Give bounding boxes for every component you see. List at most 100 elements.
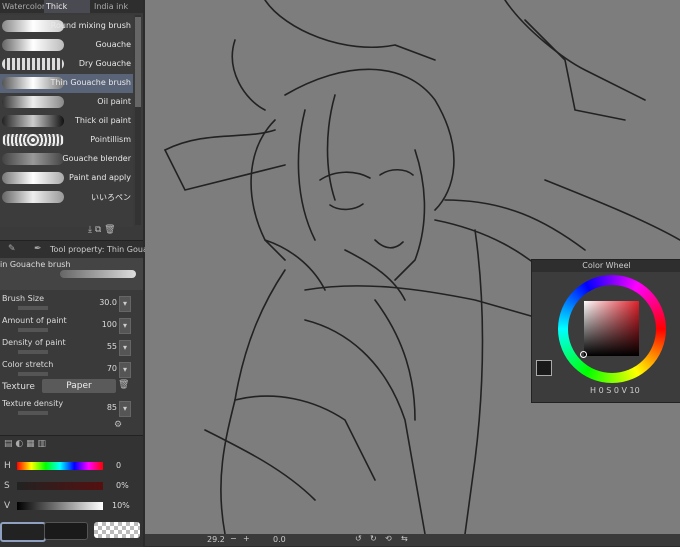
settings-icon[interactable]: ⚙ [114,420,122,430]
download-icon[interactable]: ⤓ [88,225,92,235]
v-label: V [621,386,627,395]
zoom-in-icon[interactable]: + [243,534,250,543]
brush-stroke-preview [2,58,64,70]
reset-rotation-icon[interactable]: ⟲ [385,534,392,543]
tool-property-header: ✎ ✒ Tool property: Thin Gouache [0,240,162,259]
dropdown-icon[interactable]: ▾ [119,318,131,334]
main-color-swatch[interactable] [536,360,552,376]
brush-label: Gouache blender [62,154,131,163]
param-brush-size[interactable]: Brush Size 30.0 ▾ [0,294,135,316]
v-value[interactable]: 10% [112,501,130,510]
h-label: H [590,386,597,395]
saturation-slider[interactable] [17,482,103,490]
brush-name: in Gouache brush [0,260,71,269]
v-value[interactable]: 10 [630,386,640,395]
tab-label: Watercolor [2,2,44,11]
brush-item-thick-oil-paint[interactable]: Thick oil paint [0,112,133,131]
flip-icon[interactable]: ⇆ [401,534,408,543]
rotate-left-icon[interactable]: ↺ [355,534,362,543]
param-value[interactable]: 70 [107,364,117,373]
dropdown-icon[interactable]: ▾ [119,401,131,417]
trash-icon[interactable]: 🗑 [104,225,115,235]
param-texture-density[interactable]: Texture density 85 ▾ [0,399,135,421]
tab-label: India ink [94,2,129,11]
dropdown-icon[interactable]: ▾ [119,296,131,312]
brush-list: Round mixing brush Gouache Dry Gouache T… [0,15,133,227]
angle-value[interactable]: 0.0 [273,535,286,544]
zoom-value[interactable]: 29.2 [207,535,225,544]
duplicate-icon[interactable]: ⧉ [95,225,101,235]
brush-tabs: Watercolor Thick India ink [0,0,143,13]
brush-actions: ⤓ ⧉ 🗑 [88,225,116,235]
param-label: Brush Size [2,294,45,303]
param-slider[interactable] [18,372,48,376]
texture-paper-button[interactable]: Paper [42,379,116,393]
param-slider[interactable] [18,411,48,415]
v-label: V [4,501,11,511]
brush-item-dry-gouache[interactable]: Dry Gouache [0,55,133,74]
brush-stroke-preview [2,39,64,51]
param-slider[interactable] [18,350,48,354]
tab-thick[interactable]: Thick [44,0,90,13]
brush-stroke-preview [2,191,64,203]
brush-stroke-preview [2,96,64,108]
scrollbar-thumb[interactable] [135,17,141,107]
param-value[interactable]: 30.0 [99,298,117,307]
color-wheel-tab-icon[interactable]: ◐ [15,439,23,449]
dropdown-icon[interactable]: ▾ [119,340,131,356]
brush-label: Round mixing brush [50,21,131,30]
s-value[interactable]: 0% [116,481,129,490]
zoom-out-icon[interactable]: − [230,534,237,543]
saturation-value-square[interactable] [584,301,639,356]
dropdown-icon[interactable]: ▾ [119,362,131,378]
brush-item-gouache-blender[interactable]: Gouache blender [0,150,133,169]
main-color-swatch[interactable] [0,522,46,542]
h-value[interactable]: 0 [116,461,121,470]
param-slider[interactable] [18,328,48,332]
intermediate-color-icon[interactable]: ▥ [38,439,47,449]
tab-watercolor[interactable]: Watercolor [0,0,44,13]
brush-label: Paint and apply [69,173,131,182]
color-set-icon[interactable]: ▤ [4,439,13,449]
s-label: S [4,481,10,491]
brush-preview: in Gouache brush [0,258,143,290]
hue-slider[interactable] [17,462,103,470]
brush-label: Thick oil paint [74,116,131,125]
s-value[interactable]: 0 [614,386,619,395]
tab-india-ink[interactable]: India ink [92,0,144,13]
param-label: Density of paint [2,338,66,347]
brush-item-pointillism[interactable]: Pointillism [0,131,133,150]
transparent-color-swatch[interactable] [94,522,140,538]
param-value[interactable]: 85 [107,403,117,412]
param-value[interactable]: 55 [107,342,117,351]
brush-label: Pointillism [90,135,131,144]
s-label: S [606,386,612,395]
brush-item-paint-and-apply[interactable]: Paint and apply [0,169,133,188]
brush-label: Thin Gouache brush [50,78,131,87]
param-slider[interactable] [18,306,48,310]
brush-tool-icon: ✎ [8,244,16,254]
color-history-icon[interactable]: ▦ [26,439,35,449]
brush-item-gouache[interactable]: Gouache [0,36,133,55]
color-wheel-panel: Color Wheel H 0 S 0 V 10 [531,259,680,403]
param-amount-of-paint[interactable]: Amount of paint 100 ▾ [0,316,135,338]
brush-item-iiro-pen[interactable]: いいろペン [0,188,133,207]
trash-icon[interactable]: 🗑 [118,380,129,390]
sv-cursor[interactable] [580,351,587,358]
color-wheel-values: H 0 S 0 V 10 [590,386,640,395]
brush-stroke-preview [2,134,64,146]
brush-label: Oil paint [97,97,131,106]
value-slider[interactable] [17,502,103,510]
param-density-of-paint[interactable]: Density of paint 55 ▾ [0,338,135,360]
color-panel-tabs: ▤ ◐ ▦ ▥ [4,439,46,449]
brush-list-scrollbar[interactable] [135,15,141,225]
rotate-right-icon[interactable]: ↻ [370,534,377,543]
brush-item-thin-gouache[interactable]: Thin Gouache brush [0,74,133,93]
param-value[interactable]: 100 [102,320,117,329]
h-value[interactable]: 0 [599,386,604,395]
brush-item-oil-paint[interactable]: Oil paint [0,93,133,112]
sub-color-swatch[interactable] [44,522,88,540]
texture-label: Texture [2,382,35,392]
brush-item-round-mixing[interactable]: Round mixing brush [0,17,133,36]
param-label: Texture density [2,399,64,408]
